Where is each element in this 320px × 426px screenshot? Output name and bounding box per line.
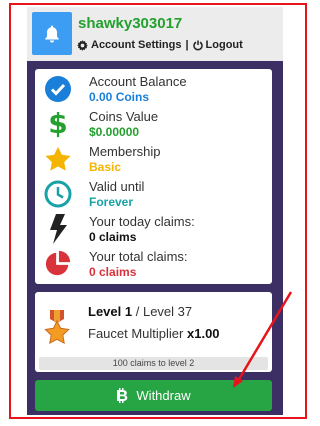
- annotation-arrow: [233, 291, 293, 388]
